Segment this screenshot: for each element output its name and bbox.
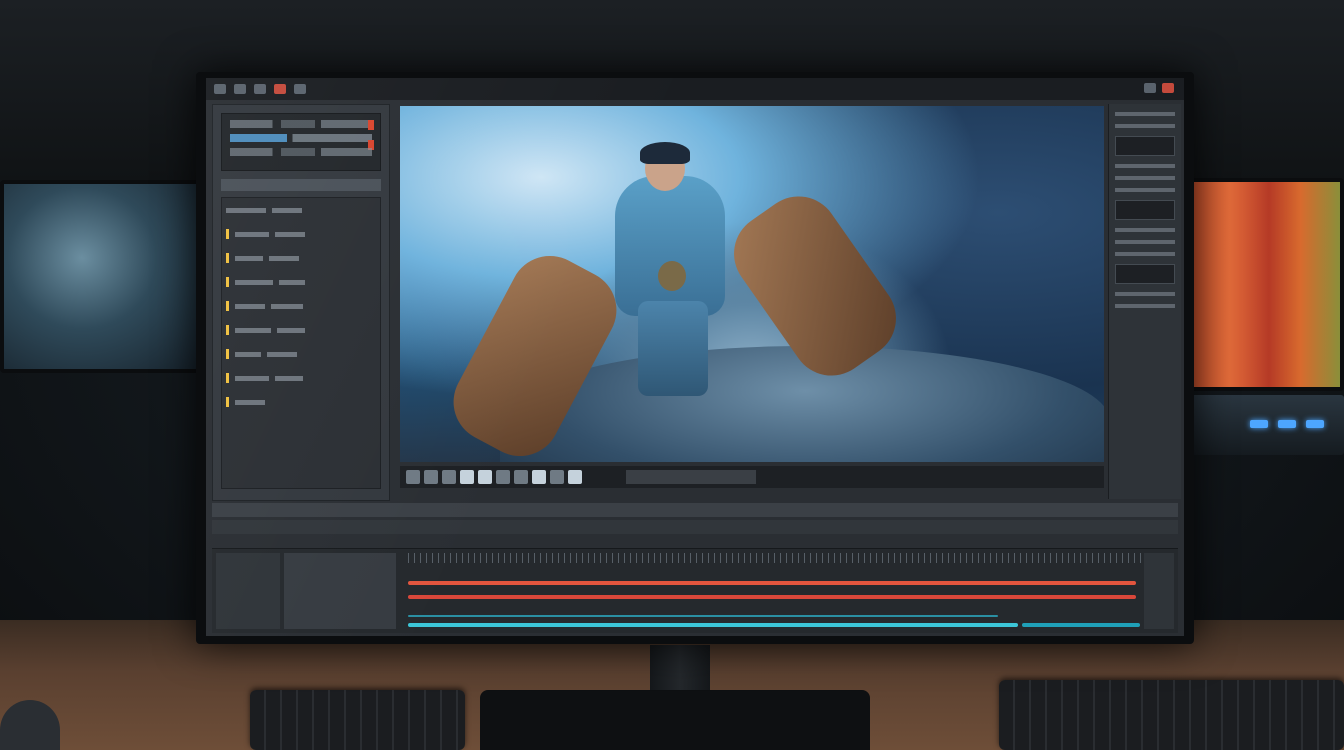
playback-button[interactable] [514, 470, 528, 484]
inspector-line [1115, 292, 1175, 296]
header-row [230, 120, 372, 128]
timeline-track-red[interactable] [408, 581, 1136, 585]
inspector-line [1115, 124, 1175, 128]
list-item[interactable] [222, 294, 380, 318]
inspector-field[interactable] [1115, 200, 1175, 220]
timeline-track-cyan[interactable] [1022, 623, 1140, 627]
playback-button[interactable] [478, 470, 492, 484]
playback-button[interactable] [460, 470, 474, 484]
playback-button[interactable] [424, 470, 438, 484]
media-list [221, 197, 381, 489]
file-icon[interactable] [234, 84, 246, 94]
inspector-line [1115, 176, 1175, 180]
main-monitor [196, 72, 1194, 644]
playback-button[interactable] [568, 470, 582, 484]
list-item[interactable] [222, 246, 380, 270]
keyboard-left [250, 690, 465, 750]
video-editor-screen [206, 78, 1184, 636]
timeline-track-cyan[interactable] [408, 623, 1018, 627]
playback-button[interactable] [406, 470, 420, 484]
media-browser-panel [212, 104, 390, 501]
editor-menu-bar [206, 78, 1184, 100]
timeline-zoom-controls[interactable] [1144, 553, 1174, 629]
header-row-selected[interactable] [230, 134, 372, 142]
record-icon[interactable] [274, 84, 286, 94]
preview-character-hair [640, 142, 690, 164]
list-item[interactable] [222, 318, 380, 342]
timecode-field[interactable] [626, 470, 756, 484]
indicator-icon [368, 120, 374, 130]
side-monitor-left [0, 180, 203, 373]
inspector-line [1115, 228, 1175, 232]
inspector-line [1115, 188, 1175, 192]
playback-button[interactable] [496, 470, 510, 484]
preview-character-emblem [658, 261, 686, 291]
settings-icon[interactable] [254, 84, 266, 94]
side-device-leds [1250, 420, 1324, 428]
inspector-line [1115, 252, 1175, 256]
header-row [230, 148, 372, 156]
preview-character-legs [638, 301, 708, 396]
list-item[interactable] [222, 198, 380, 222]
preview-toolbar [400, 466, 1104, 488]
timeline-header [212, 503, 1178, 517]
inspector-panel [1108, 104, 1181, 499]
inspector-line [1115, 240, 1175, 244]
menu-icon[interactable] [214, 84, 226, 94]
playback-button[interactable] [442, 470, 456, 484]
tool-icon[interactable] [294, 84, 306, 94]
inspector-field[interactable] [1115, 136, 1175, 156]
timeline-track-cyan[interactable] [408, 615, 998, 617]
track-controls[interactable] [216, 553, 280, 629]
inspector-field[interactable] [1115, 264, 1175, 284]
timeline-panel [212, 548, 1178, 633]
timeline-ruler[interactable] [408, 553, 1144, 563]
minimize-icon[interactable] [1144, 83, 1156, 93]
preview-character-body [615, 176, 725, 316]
search-input[interactable] [221, 179, 381, 191]
list-item[interactable] [222, 342, 380, 366]
inspector-line [1115, 304, 1175, 308]
list-item[interactable] [222, 270, 380, 294]
timeline-track-red[interactable] [408, 595, 1136, 599]
video-preview[interactable] [400, 106, 1104, 462]
playback-button[interactable] [532, 470, 546, 484]
side-monitor-right [1178, 178, 1344, 391]
inspector-line [1115, 112, 1175, 116]
close-icon[interactable] [1162, 83, 1174, 93]
list-item[interactable] [222, 390, 380, 414]
media-browser-header [221, 113, 381, 171]
track-headers[interactable] [284, 553, 396, 629]
list-item[interactable] [222, 366, 380, 390]
monitor-stand-base [480, 690, 870, 750]
playback-button[interactable] [550, 470, 564, 484]
timeline-subheader [212, 520, 1178, 534]
inspector-line [1115, 164, 1175, 168]
list-item[interactable] [222, 222, 380, 246]
keyboard-right [999, 680, 1344, 750]
